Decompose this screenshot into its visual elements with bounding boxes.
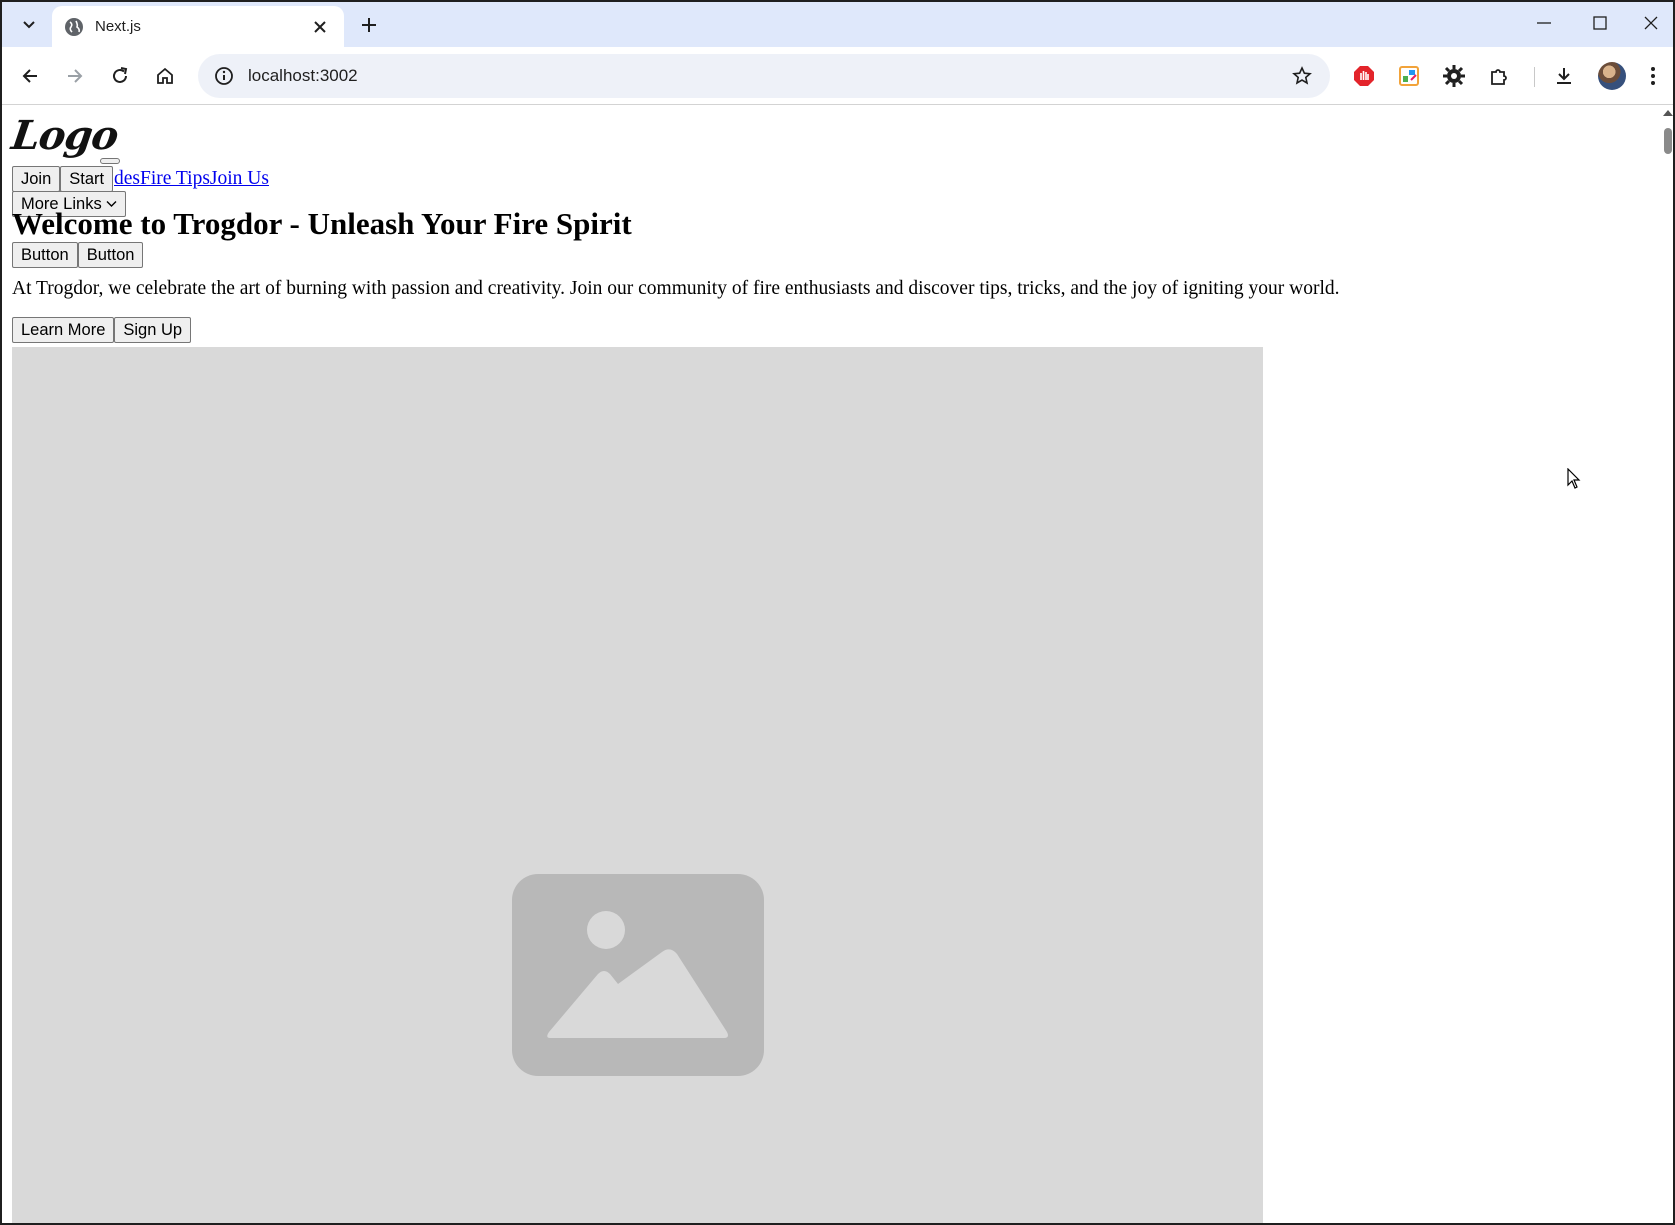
extensions-button[interactable] — [1482, 59, 1516, 93]
hero-image-placeholder — [12, 347, 1263, 1223]
hero-button-1[interactable]: Button — [12, 242, 78, 268]
mouse-cursor-icon — [1567, 468, 1581, 489]
nav-link-join-us[interactable]: Join Us — [210, 168, 269, 189]
tab-strip: Next.js — [2, 2, 1673, 47]
hero-description: At Trogdor, we celebrate the art of burn… — [12, 278, 1340, 299]
minimize-icon — [1537, 22, 1551, 24]
hero-button-group: Button Button — [12, 242, 144, 268]
header-button-group: Join Start — [12, 166, 114, 192]
menu-toggle-button[interactable] — [100, 158, 120, 164]
tab-close-button[interactable] — [308, 15, 332, 39]
browser-menu-button[interactable] — [1636, 59, 1670, 93]
close-icon — [314, 20, 326, 33]
adblock-extension[interactable] — [1347, 59, 1381, 93]
gear-icon — [1443, 65, 1465, 87]
star-icon — [1292, 66, 1312, 85]
scroll-up-arrow[interactable] — [1663, 110, 1673, 116]
color-picker-extension[interactable] — [1392, 59, 1426, 93]
sign-up-button[interactable]: Sign Up — [114, 317, 192, 343]
url-text[interactable]: localhost:3002 — [248, 66, 1288, 86]
forward-button[interactable] — [57, 58, 93, 94]
site-logo[interactable]: Logo — [9, 112, 121, 159]
adblock-icon — [1354, 66, 1374, 86]
maximize-button[interactable] — [1572, 2, 1628, 44]
browser-toolbar: localhost:3002 — [2, 47, 1673, 105]
plus-icon — [362, 18, 376, 32]
back-button[interactable] — [12, 58, 48, 94]
learn-more-button[interactable]: Learn More — [12, 317, 115, 343]
bookmark-star-button[interactable] — [1288, 62, 1316, 90]
reload-button[interactable] — [102, 58, 138, 94]
address-bar[interactable]: localhost:3002 — [198, 54, 1330, 98]
tab-search-button[interactable] — [10, 8, 48, 42]
tab-active[interactable]: Next.js — [52, 6, 344, 47]
nav-link-fire-tips[interactable]: Fire Tips — [140, 168, 210, 189]
globe-icon — [64, 17, 84, 37]
new-tab-button[interactable] — [354, 10, 384, 40]
nav-link-guides[interactable]: des — [114, 168, 140, 189]
forward-icon — [68, 69, 83, 83]
reload-icon — [113, 67, 128, 83]
cta-button-group: Learn More Sign Up — [12, 317, 192, 343]
info-icon[interactable] — [212, 64, 236, 88]
image-placeholder-icon — [512, 874, 764, 1076]
scroll-thumb[interactable] — [1664, 128, 1672, 154]
home-icon — [157, 67, 173, 84]
kebab-menu-icon — [1651, 67, 1655, 85]
profile-avatar[interactable] — [1598, 62, 1626, 90]
download-icon — [1557, 68, 1571, 84]
join-button[interactable]: Join — [12, 166, 61, 192]
maximize-icon — [1593, 16, 1607, 30]
minimize-button[interactable] — [1516, 2, 1572, 44]
browser-window: Next.js localhost:3002 Logo desFire Tips… — [0, 0, 1675, 1225]
close-icon — [1644, 16, 1658, 30]
settings-extension[interactable] — [1437, 59, 1471, 93]
page-viewport: Logo desFire TipsJoin Us Join Start More… — [2, 106, 1659, 1223]
start-button[interactable]: Start — [60, 166, 114, 192]
tab-title: Next.js — [95, 18, 141, 35]
page-title: Welcome to Trogdor - Unleash Your Fire S… — [12, 206, 632, 241]
color-picker-icon — [1399, 66, 1419, 86]
tab-search-icon — [23, 21, 35, 29]
extensions-icon — [1491, 69, 1507, 85]
home-button[interactable] — [147, 58, 183, 94]
nav-links: desFire TipsJoin Us — [114, 166, 269, 192]
downloads-button[interactable] — [1547, 59, 1581, 93]
window-close-button[interactable] — [1628, 2, 1673, 44]
toolbar-separator — [1534, 67, 1535, 87]
hero-button-2[interactable]: Button — [77, 242, 144, 268]
page-scrollbar[interactable] — [1659, 106, 1673, 1223]
back-icon — [22, 69, 37, 83]
